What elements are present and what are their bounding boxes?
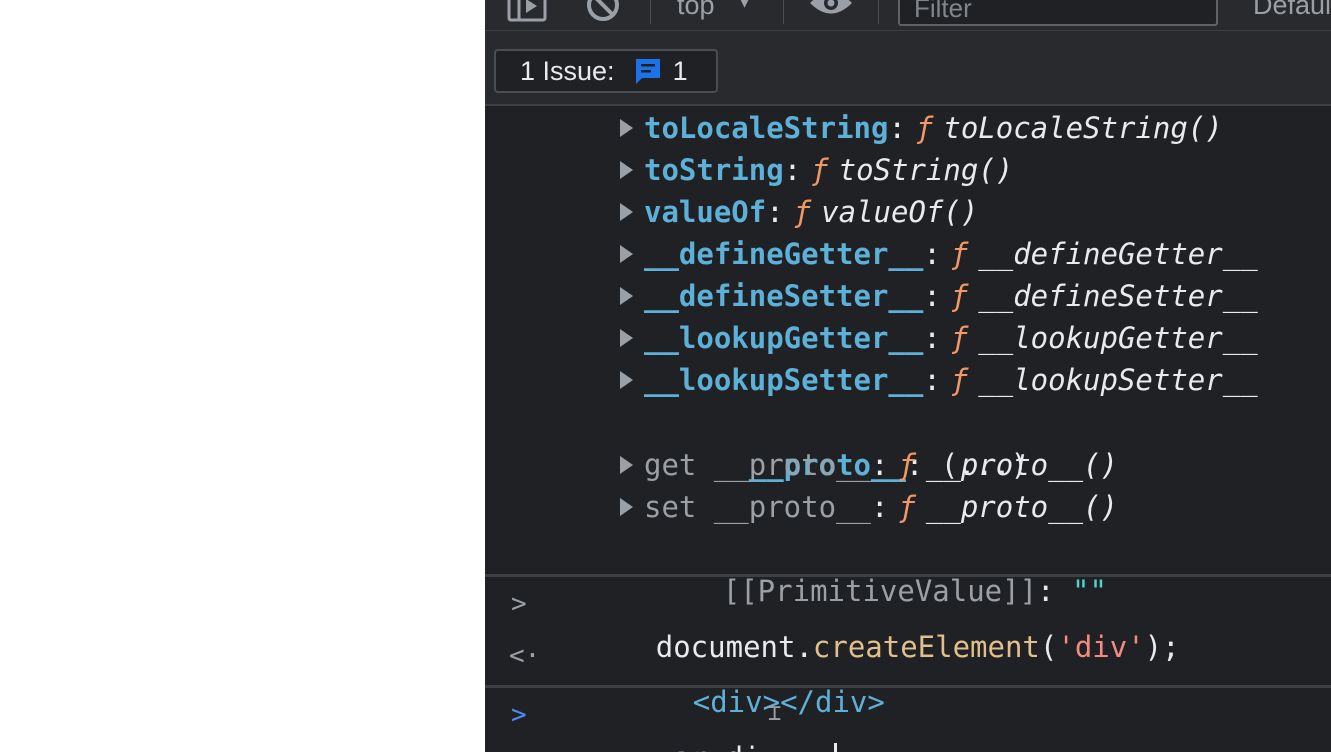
- message-icon: [633, 56, 663, 86]
- object-property-row[interactable]: __lookupSetter__: ƒ __lookupSetter__: [618, 359, 1258, 401]
- clear-console-icon[interactable]: [585, 0, 623, 24]
- chevron-right-icon: >: [511, 589, 527, 619]
- issues-label: 1 Issue:: [520, 55, 615, 86]
- filter-input[interactable]: [898, 0, 1218, 26]
- issues-count: 1: [672, 55, 688, 86]
- expand-arrow-icon[interactable]: [620, 287, 633, 305]
- console-command[interactable]: document.createElement('div');: [551, 584, 1180, 664]
- expand-arrow-icon[interactable]: [620, 371, 633, 389]
- proto-getter-row[interactable]: get __proto__: ƒ __proto__(): [618, 444, 1118, 486]
- console-output: toLocaleString: ƒ toLocaleString() toStrin…: [485, 106, 1331, 752]
- expand-arrow-icon[interactable]: [620, 329, 633, 347]
- log-levels-dropdown[interactable]: Default levels: [1253, 0, 1331, 21]
- expand-arrow-icon[interactable]: [620, 456, 633, 474]
- inspected-page: [0, 0, 485, 752]
- object-property-row[interactable]: toString: ƒ toString(): [618, 149, 1013, 191]
- text-cursor-icon: ⌶: [768, 701, 782, 726]
- text-caret: [834, 743, 838, 752]
- console-toolbar: top ▾ Default levels: [485, 0, 1331, 31]
- chevron-down-icon[interactable]: ▾: [739, 0, 750, 14]
- toolbar-separator: [783, 0, 784, 24]
- proto-setter-row[interactable]: set __proto__: ƒ __proto__(): [618, 486, 1118, 528]
- console-prompt-input[interactable]: var div =: [551, 695, 838, 752]
- chevron-right-icon: >: [511, 700, 527, 730]
- toolbar-separator: [878, 0, 879, 24]
- issues-bar: 1 Issue: 1: [485, 31, 1331, 106]
- return-arrow-icon: <·: [509, 641, 541, 671]
- context-selector[interactable]: top: [677, 0, 715, 21]
- expand-arrow-icon[interactable]: [620, 119, 633, 137]
- proto-property-row[interactable]: __proto__: (...): [644, 402, 1028, 482]
- toolbar-separator: [650, 0, 651, 24]
- devtools-console-panel: top ▾ Default levels 1 Issue: 1: [485, 0, 1331, 752]
- issues-button[interactable]: 1 Issue: 1: [494, 49, 718, 93]
- expand-arrow-icon[interactable]: [620, 245, 633, 263]
- primitive-value-row: [[PrimitiveValue]]: "": [722, 574, 1107, 608]
- object-property-row[interactable]: __defineSetter__: ƒ __defineSetter__: [618, 275, 1258, 317]
- object-property-row[interactable]: __lookupGetter__: ƒ __lookupGetter__: [618, 317, 1258, 359]
- object-property-row[interactable]: toLocaleString: ƒ toLocaleString(): [618, 107, 1223, 149]
- expand-arrow-icon[interactable]: [620, 203, 633, 221]
- expand-arrow-icon[interactable]: [620, 498, 633, 516]
- show-sidebar-icon[interactable]: [507, 0, 547, 24]
- message-divider: [485, 574, 1331, 577]
- expand-arrow-icon[interactable]: [620, 161, 633, 179]
- object-property-row[interactable]: valueOf: ƒ valueOf(): [618, 191, 978, 233]
- message-divider: [485, 685, 1331, 688]
- console-result[interactable]: <div></div>: [588, 639, 885, 719]
- eye-icon[interactable]: [808, 0, 852, 24]
- object-property-row[interactable]: __defineGetter__: ƒ __defineGetter__: [618, 233, 1258, 275]
